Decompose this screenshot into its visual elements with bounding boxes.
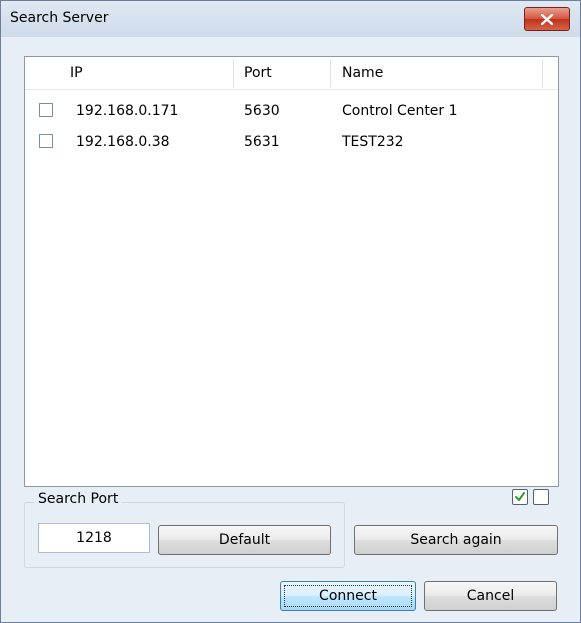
search-port-label: Search Port — [34, 491, 123, 507]
row-ip: 192.168.0.38 — [76, 134, 170, 150]
default-button[interactable]: Default — [158, 525, 331, 555]
row-name: TEST232 — [342, 134, 404, 150]
connect-button[interactable]: Connect — [280, 581, 416, 611]
check-all-toggle[interactable] — [512, 489, 528, 505]
row-ip: 192.168.0.171 — [76, 103, 179, 119]
search-server-dialog: Search Server IP Port Name 192.168.0.171… — [0, 0, 581, 623]
table-row[interactable]: 192.168.0.171 5630 Control Center 1 — [25, 98, 558, 124]
row-checkbox[interactable] — [39, 134, 53, 148]
column-divider[interactable] — [233, 59, 234, 87]
column-header-port[interactable]: Port — [244, 57, 272, 89]
search-again-button[interactable]: Search again — [354, 525, 558, 555]
row-port: 5630 — [244, 103, 280, 119]
close-icon — [541, 13, 553, 25]
search-port-input[interactable]: 1218 — [38, 523, 150, 553]
row-checkbox[interactable] — [39, 103, 53, 117]
column-divider[interactable] — [330, 59, 331, 87]
checkmark-icon — [515, 492, 525, 501]
list-header: IP Port Name — [25, 57, 558, 90]
server-list[interactable]: IP Port Name 192.168.0.171 5630 Control … — [24, 56, 559, 487]
title-bar: Search Server — [1, 1, 580, 37]
row-name: Control Center 1 — [342, 103, 458, 119]
close-button[interactable] — [524, 7, 570, 31]
dialog-title: Search Server — [10, 10, 109, 26]
table-row[interactable]: 192.168.0.38 5631 TEST232 — [25, 129, 558, 155]
cancel-button[interactable]: Cancel — [424, 581, 557, 611]
column-header-ip[interactable]: IP — [70, 57, 83, 89]
column-header-name[interactable]: Name — [342, 57, 383, 89]
row-port: 5631 — [244, 134, 280, 150]
column-divider[interactable] — [542, 59, 543, 87]
focus-ring — [284, 585, 412, 607]
uncheck-all-toggle[interactable] — [533, 489, 549, 505]
